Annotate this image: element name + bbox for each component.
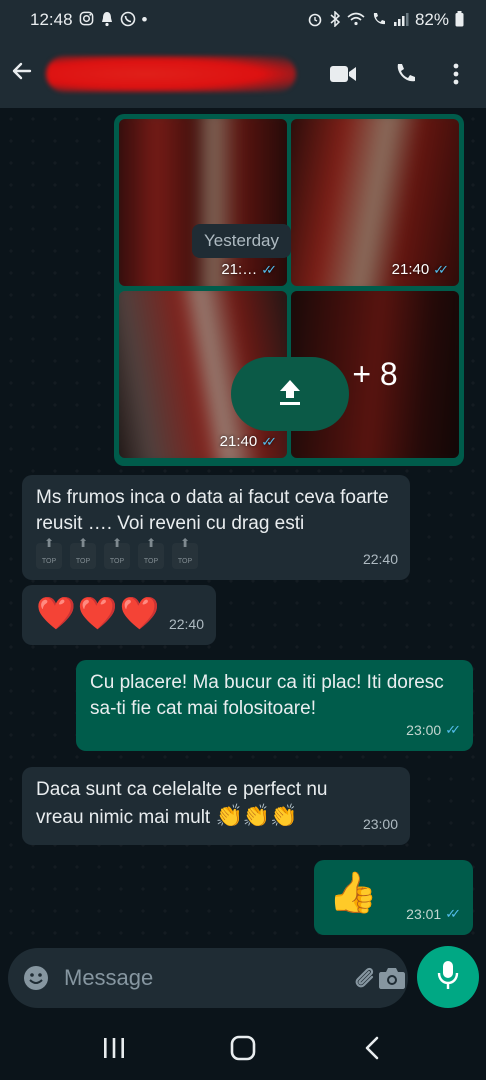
upload-button[interactable] xyxy=(231,357,349,431)
emoji-icon[interactable] xyxy=(22,964,50,992)
mic-button[interactable] xyxy=(417,946,479,1008)
instagram-icon xyxy=(79,11,94,29)
read-ticks-icon: ✓✓ xyxy=(445,722,461,737)
media-time: 21:… ✓✓ xyxy=(221,261,277,278)
top-arrow-icon: ⬆ TOP xyxy=(70,537,96,569)
read-ticks-icon: ✓✓ xyxy=(433,261,449,277)
message-incoming[interactable]: Ms frumos inca o data ai facut ceva foar… xyxy=(22,475,410,580)
message-time: 22:40 xyxy=(362,551,398,567)
message-time: 23:01 ✓✓ xyxy=(406,901,461,927)
bluetooth-icon xyxy=(329,9,341,30)
call-icon xyxy=(371,11,387,30)
back-arrow-icon[interactable] xyxy=(10,58,40,90)
message-input[interactable] xyxy=(64,965,352,991)
message-text: Ms frumos inca o data ai facut ceva foar… xyxy=(36,487,389,534)
message-composer xyxy=(8,948,408,1008)
chat-header xyxy=(0,40,486,108)
media-time: 21:40 ✓✓ xyxy=(392,261,449,278)
clap-emoji: 👏👏👏 xyxy=(215,803,298,828)
alarm-icon xyxy=(307,11,323,30)
attach-icon[interactable] xyxy=(352,965,378,991)
message-outgoing[interactable]: 👍 23:01 ✓✓ xyxy=(314,860,473,935)
message-outgoing[interactable]: Cu placere! Ma bucur ca iti plac! Iti do… xyxy=(76,660,473,751)
message-time: 22:40 xyxy=(168,616,204,632)
message-time: 23:00 xyxy=(362,816,398,832)
signal-icon xyxy=(393,12,409,29)
media-tile[interactable]: 21:… ✓✓ xyxy=(119,119,287,286)
read-ticks-icon: ✓✓ xyxy=(261,433,277,449)
media-tile[interactable]: 21:40 ✓✓ xyxy=(291,119,459,286)
camera-icon[interactable] xyxy=(378,966,406,990)
back-icon[interactable] xyxy=(342,1036,402,1060)
more-options-icon[interactable] xyxy=(436,62,476,86)
voice-call-icon[interactable] xyxy=(374,62,436,86)
top-arrow-icon: ⬆ TOP xyxy=(138,537,164,569)
mic-icon xyxy=(437,960,459,995)
whatsapp-icon xyxy=(120,11,136,30)
video-call-icon[interactable] xyxy=(312,64,374,84)
message-text: Cu placere! Ma bucur ca iti plac! Iti do… xyxy=(90,672,444,719)
top-arrow-icon: ⬆ TOP xyxy=(172,537,198,569)
top-arrow-icon: ⬆ TOP xyxy=(104,537,130,569)
wifi-icon xyxy=(347,12,365,29)
media-time: 21:40 ✓✓ xyxy=(220,433,277,450)
status-dot: • xyxy=(141,10,148,29)
battery-percent: 82% xyxy=(414,10,449,29)
read-ticks-icon: ✓✓ xyxy=(445,906,461,921)
top-arrow-icon: ⬆ TOP xyxy=(36,537,62,569)
message-incoming[interactable]: Daca sunt ca celelalte e perfect nu vrea… xyxy=(22,767,410,845)
top-emoji-row: ⬆ TOP ⬆ TOP ⬆ TOP ⬆ TOP ⬆ TOP xyxy=(36,537,396,569)
date-chip: Yesterday xyxy=(192,224,291,258)
message-incoming[interactable]: ❤️❤️❤️ 22:40 xyxy=(22,585,216,645)
upload-icon xyxy=(276,377,304,412)
message-body: Daca sunt ca celelalte e perfect nu vrea… xyxy=(36,777,354,831)
home-icon[interactable] xyxy=(213,1035,273,1061)
status-time: 12:48 xyxy=(30,10,73,29)
notification-icon xyxy=(100,11,114,30)
system-nav-bar xyxy=(0,1016,486,1080)
status-bar: 12:48 • 82% xyxy=(0,0,486,40)
read-ticks-icon: ✓✓ xyxy=(261,261,277,277)
battery-icon xyxy=(455,10,464,30)
message-time: 23:00 ✓✓ xyxy=(406,717,461,743)
recent-apps-icon[interactable] xyxy=(84,1037,144,1059)
chat-area[interactable]: 21:… ✓✓ 21:40 ✓✓ 21:40 ✓✓ + 8 Yesterday … xyxy=(0,108,486,938)
contact-name-redacted[interactable] xyxy=(46,56,296,92)
